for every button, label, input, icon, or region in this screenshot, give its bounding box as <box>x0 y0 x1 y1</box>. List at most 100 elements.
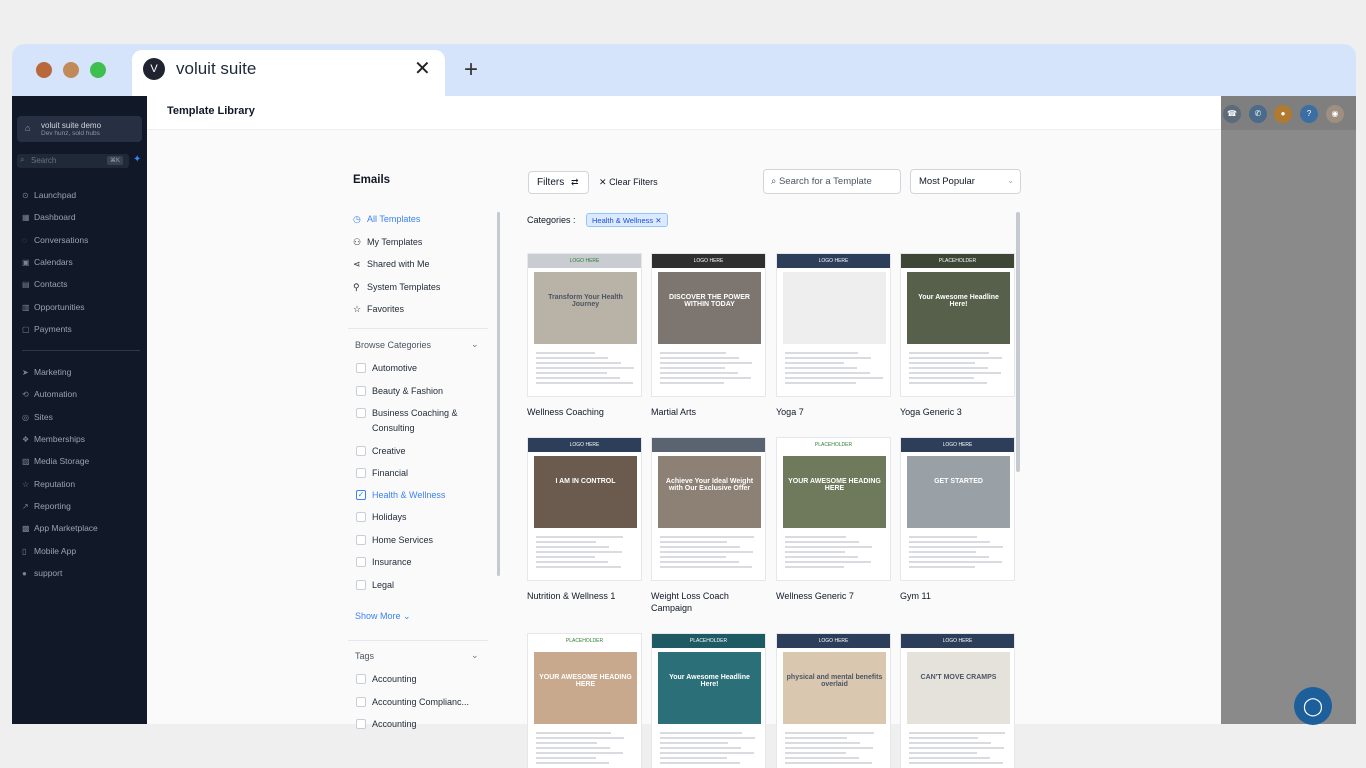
checkbox-unchecked[interactable] <box>356 580 366 590</box>
templates-scrollbar[interactable] <box>1016 212 1020 472</box>
checkbox-unchecked[interactable] <box>356 719 366 729</box>
sidebar-item-opportunities[interactable]: ▥ Opportunities <box>22 302 85 314</box>
checkbox-label: Financial <box>372 468 409 478</box>
sidebar-item-payments[interactable]: ▢ Payments <box>22 324 72 336</box>
help-icon[interactable]: ? <box>1300 105 1318 123</box>
sidebar-item-label: Marketing <box>34 367 72 377</box>
sidebar-search[interactable]: ⌕ Search ⌘K <box>17 154 129 168</box>
template-thumbnail[interactable]: LOGO HERE DISCOVER THE POWER WITHIN TODAY <box>651 253 766 397</box>
checkbox-unchecked[interactable] <box>356 468 366 478</box>
window-minimize-dot[interactable] <box>63 62 79 78</box>
window-close-dot[interactable] <box>36 62 52 78</box>
checkbox-unchecked[interactable] <box>356 386 366 396</box>
tab-close-icon[interactable]: ✕ <box>414 56 431 81</box>
browser-tab[interactable]: V voluit suite ✕ <box>132 50 445 96</box>
phone-icon[interactable]: ☎ <box>1223 105 1241 123</box>
template-headline: DISCOVER THE POWER WITHIN TODAY <box>669 294 750 308</box>
template-thumbnail[interactable]: PLACEHOLDER Your Awesome Headline Here! <box>900 253 1015 397</box>
sidebar-item-calendars[interactable]: ▣ Calendars <box>22 257 73 269</box>
template-name: Yoga Generic 3 <box>900 406 1030 418</box>
template-thumbnail[interactable]: LOGO HERE GET STARTED <box>900 437 1015 581</box>
tags-heading[interactable]: Tags ⌄ <box>355 650 479 661</box>
sidebar-item-launchpad[interactable]: ⊙ Launchpad <box>22 190 76 202</box>
clear-filters-button[interactable]: ✕ Clear Filters <box>599 177 658 188</box>
nav-system-templates[interactable]: ⚲ System Templates <box>353 282 440 293</box>
chip-close-icon[interactable]: ✕ <box>655 216 661 225</box>
template-thumbnail[interactable]: PLACEHOLDER YOUR AWESOME HEADING HERE <box>776 437 891 581</box>
new-tab-icon[interactable]: + <box>464 56 478 84</box>
template-name: Wellness Coaching <box>527 406 657 418</box>
phone-icon: ▯ <box>22 547 27 556</box>
nav-my-templates[interactable]: ⚇ My Templates <box>353 237 422 248</box>
account-switcher[interactable]: ⌂ voluit suite demo Dev hunz, sold hubs <box>17 116 142 142</box>
show-more-link[interactable]: Show More ⌄ <box>355 611 411 622</box>
quick-action-icon[interactable]: ✦ <box>133 154 142 168</box>
template-text-lines <box>536 732 635 767</box>
sidebar-item-memberships[interactable]: ❖ Memberships <box>22 434 85 446</box>
template-thumbnail[interactable]: LOGO HERE Transform Your Health Journey <box>527 253 642 397</box>
checkbox-unchecked[interactable] <box>356 408 366 418</box>
checkbox-unchecked[interactable] <box>356 557 366 567</box>
nav-all-templates[interactable]: ◷ All Templates <box>353 214 420 225</box>
categories-label: Categories : <box>527 215 576 225</box>
chevron-down-icon[interactable]: ⌄ <box>471 339 479 350</box>
template-text-lines <box>660 352 759 387</box>
sidebar-item-contacts[interactable]: ▤ Contacts <box>22 279 68 291</box>
checkbox-unchecked[interactable] <box>356 363 366 373</box>
template-photo <box>658 456 761 528</box>
sort-select[interactable]: Most Popular ⌄ <box>910 169 1021 194</box>
filters-scrollbar[interactable] <box>497 212 500 576</box>
template-name-line1: Wellness Coaching <box>527 407 604 417</box>
template-name: Gym 11 <box>900 590 1030 602</box>
categories-label-text: Categories <box>527 215 571 225</box>
browse-categories-heading[interactable]: Browse Categories ⌄ <box>355 339 479 350</box>
template-headline: Achieve Your Ideal Weight with Our Exclu… <box>665 478 754 492</box>
sidebar-item-dashboard[interactable]: ▦ Dashboard <box>22 212 76 224</box>
chat-widget-button[interactable]: ◯ <box>1294 687 1332 725</box>
checkbox-unchecked[interactable] <box>356 535 366 545</box>
sidebar-item-reputation[interactable]: ☆ Reputation <box>22 479 75 491</box>
template-thumbnail[interactable]: LOGO HERE CAN'T MOVE CRAMPS <box>900 633 1015 768</box>
template-search-input[interactable]: ⌕ Search for a Template <box>763 169 901 194</box>
checkbox-unchecked[interactable] <box>356 512 366 522</box>
template-thumbnail[interactable]: Achieve Your Ideal Weight with Our Exclu… <box>651 437 766 581</box>
sidebar-item-label: Memberships <box>34 434 86 444</box>
template-thumbnail[interactable]: LOGO HERE physical and mental benefits ov… <box>776 633 891 768</box>
avatar[interactable]: ◉ <box>1326 105 1344 123</box>
template-thumbnail[interactable]: LOGO HERE I AM IN CONTROL <box>527 437 642 581</box>
sidebar-item-marketing[interactable]: ➤ Marketing <box>22 367 71 379</box>
sidebar-item-conversations[interactable]: ◌ Conversations <box>22 235 88 247</box>
nav-label: My Templates <box>367 236 423 247</box>
sidebar-item-media-storage[interactable]: ▨ Media Storage <box>22 456 89 468</box>
template-thumbnail[interactable]: LOGO HERE <box>776 253 891 397</box>
help-icon: ● <box>22 569 27 578</box>
sidebar-item-sites[interactable]: ◎ Sites <box>22 412 53 424</box>
sidebar-item-mobile-app[interactable]: ▯ Mobile App <box>22 546 76 558</box>
nav-favorites[interactable]: ☆ Favorites <box>353 304 404 315</box>
nav-shared-with-me[interactable]: ⋖ Shared with Me <box>353 259 430 270</box>
checkbox-label: Automotive <box>372 363 418 373</box>
card-icon: ▢ <box>22 325 30 334</box>
user-icon: ⚇ <box>353 236 362 247</box>
sidebar-item-reporting[interactable]: ↗ Reporting <box>22 501 71 513</box>
template-thumbnail[interactable]: PLACEHOLDER YOUR AWESOME HEADING HERE <box>527 633 642 768</box>
notification-icon[interactable]: ● <box>1274 105 1292 123</box>
template-text-lines <box>785 536 884 571</box>
megaphone-icon[interactable]: ✆ <box>1249 105 1267 123</box>
sidebar-item-automation[interactable]: ⟲ Automation <box>22 389 77 401</box>
filters-button[interactable]: Filters ⇄ <box>528 171 589 194</box>
chevron-down-icon[interactable]: ⌄ <box>471 650 479 661</box>
checkbox-unchecked[interactable] <box>356 697 366 707</box>
template-thumbnail[interactable]: PLACEHOLDER Your Awesome Headline Here! <box>651 633 766 768</box>
sidebar-item-support[interactable]: ● support <box>22 568 62 580</box>
checkbox-checked[interactable]: ✓ <box>356 490 366 500</box>
sidebar-item-app-marketplace[interactable]: ▩ App Marketplace <box>22 523 98 535</box>
checkbox-unchecked[interactable] <box>356 674 366 684</box>
template-headline: physical and mental benefits overlaid <box>786 674 883 688</box>
template-photo <box>534 456 637 528</box>
checkbox-unchecked[interactable] <box>356 446 366 456</box>
template-name-line1: Martial Arts <box>651 407 697 417</box>
close-icon: ✕ <box>599 177 607 187</box>
category-chip[interactable]: Health & Wellness ✕ <box>586 213 668 227</box>
window-maximize-dot[interactable] <box>90 62 106 78</box>
